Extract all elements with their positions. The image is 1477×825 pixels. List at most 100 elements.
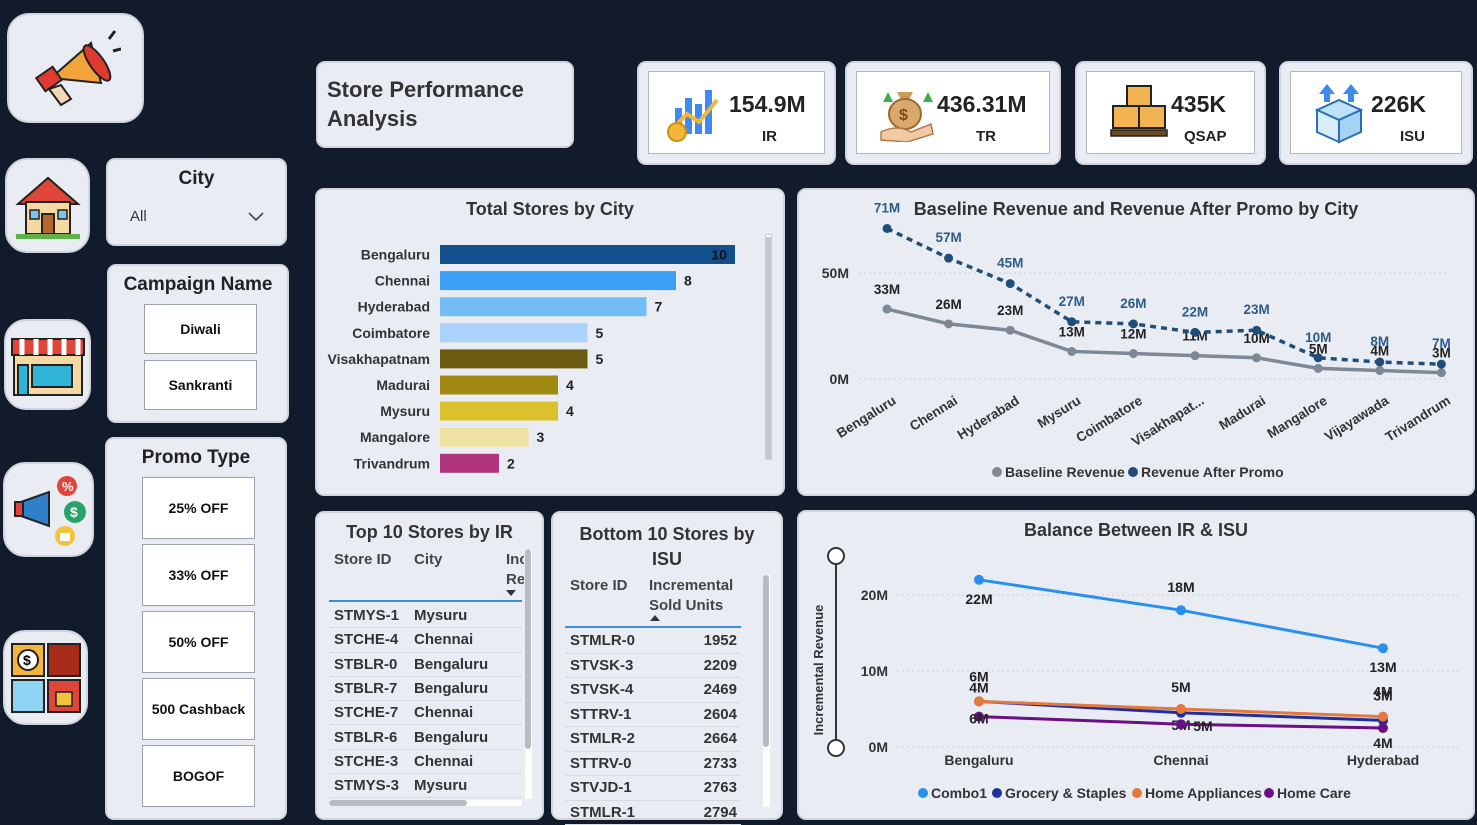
- data-point[interactable]: [974, 696, 984, 706]
- legend-label[interactable]: Home Care: [1277, 785, 1351, 801]
- data-point[interactable]: [1378, 723, 1388, 733]
- data-point[interactable]: [1191, 351, 1200, 360]
- column-header[interactable]: Inc: [506, 551, 524, 568]
- data-point[interactable]: [883, 305, 892, 314]
- chart-scrollbar-thumb[interactable]: [766, 237, 771, 459]
- table-row[interactable]: STVSK-32209: [565, 654, 741, 679]
- nav-promo-tile[interactable]: % $: [3, 462, 94, 557]
- data-point[interactable]: [1067, 347, 1076, 356]
- data-point[interactable]: [1437, 360, 1446, 369]
- data-point[interactable]: [944, 254, 953, 263]
- revenue-line-chart-svg: 50M0M33M26M23M13M12M11M10M5M4M3M71M57M45…: [799, 190, 1473, 494]
- kpi-value: 154.9M: [729, 91, 806, 118]
- table-row[interactable]: STBLR-6Bengaluru: [329, 726, 522, 750]
- table-row[interactable]: STMLR-12794: [565, 801, 741, 825]
- data-point[interactable]: [1006, 279, 1015, 288]
- bar[interactable]: [440, 323, 588, 342]
- data-point[interactable]: [1067, 317, 1076, 326]
- data-point[interactable]: [1378, 712, 1388, 722]
- stacked-boxes-icon: [1109, 82, 1169, 144]
- legend-label[interactable]: Baseline Revenue: [1005, 464, 1125, 480]
- table-row[interactable]: STBLR-0Bengaluru: [329, 653, 522, 677]
- data-point[interactable]: [1375, 358, 1384, 367]
- table-cell: STVSK-3: [570, 657, 633, 674]
- legend-label[interactable]: Revenue After Promo: [1141, 464, 1284, 480]
- column-header[interactable]: Incremental: [649, 577, 733, 594]
- campaign-option[interactable]: Sankranti: [144, 360, 257, 410]
- table-cell: STBLR-0: [334, 656, 397, 673]
- series-line[interactable]: [887, 228, 1441, 364]
- bar[interactable]: [440, 297, 647, 316]
- bar[interactable]: [440, 245, 735, 264]
- legend-label[interactable]: Combo1: [931, 785, 987, 801]
- data-point[interactable]: [1314, 364, 1323, 373]
- scrollbar-thumb[interactable]: [763, 575, 769, 747]
- bar[interactable]: [440, 349, 588, 368]
- data-point[interactable]: [1176, 605, 1186, 615]
- nav-store-tile[interactable]: [4, 319, 91, 410]
- bar[interactable]: [440, 376, 558, 395]
- legend-label[interactable]: Home Appliances: [1145, 785, 1262, 801]
- table-vscrollbar[interactable]: [525, 549, 532, 799]
- column-header[interactable]: Store ID: [334, 551, 392, 568]
- nav-megaphone-tile[interactable]: [7, 13, 144, 123]
- scrollbar-thumb[interactable]: [525, 549, 531, 749]
- y-tick-label: 20M: [861, 587, 888, 603]
- column-header[interactable]: City: [414, 551, 442, 568]
- nav-home-tile[interactable]: [5, 158, 90, 253]
- nav-finance-tile[interactable]: $: [3, 630, 88, 725]
- data-point[interactable]: [1378, 643, 1388, 653]
- sort-asc-icon: [650, 615, 660, 622]
- table-row[interactable]: STCHE-7Chennai: [329, 701, 522, 725]
- campaign-option[interactable]: Diwali: [144, 304, 257, 354]
- promo-option[interactable]: 25% OFF: [142, 477, 255, 539]
- data-point[interactable]: [1375, 366, 1384, 375]
- kpi-label: TR: [976, 128, 996, 145]
- series-line[interactable]: [887, 309, 1441, 373]
- scrollbar-thumb[interactable]: [329, 800, 467, 806]
- column-header[interactable]: Re: [506, 571, 524, 588]
- table-row[interactable]: STBLR-7Bengaluru: [329, 677, 522, 701]
- promo-option[interactable]: 500 Cashback: [142, 678, 255, 740]
- table-row[interactable]: STCHE-3Chennai: [329, 750, 522, 774]
- data-point[interactable]: [974, 575, 984, 585]
- data-point[interactable]: [1437, 368, 1446, 377]
- table-row[interactable]: STMYS-3Mysuru: [329, 774, 522, 798]
- legend-label[interactable]: Grocery & Staples: [1005, 785, 1127, 801]
- data-point[interactable]: [1006, 326, 1015, 335]
- zoom-slider-handle[interactable]: [828, 740, 844, 756]
- data-point[interactable]: [1129, 349, 1138, 358]
- chart-scrollbar[interactable]: [765, 234, 772, 460]
- table-cell: STMLR-1: [570, 804, 635, 821]
- data-point[interactable]: [1252, 353, 1261, 362]
- data-point[interactable]: [1129, 319, 1138, 328]
- column-header[interactable]: Sold Units: [649, 597, 723, 614]
- data-point[interactable]: [883, 224, 892, 233]
- promo-option[interactable]: 33% OFF: [142, 544, 255, 606]
- table-row[interactable]: STTRV-12604: [565, 703, 741, 728]
- promo-option[interactable]: 50% OFF: [142, 611, 255, 673]
- city-dropdown[interactable]: All: [130, 208, 270, 230]
- data-point[interactable]: [1176, 704, 1186, 714]
- data-point[interactable]: [1252, 326, 1261, 335]
- table-row[interactable]: STMLR-22664: [565, 727, 741, 752]
- data-point[interactable]: [1191, 328, 1200, 337]
- data-point[interactable]: [1314, 353, 1323, 362]
- zoom-slider-handle[interactable]: [828, 548, 844, 564]
- table-row[interactable]: STVJD-12763: [565, 776, 741, 801]
- table-row[interactable]: STTRV-02733: [565, 752, 741, 777]
- table-row[interactable]: STCHE-4Chennai: [329, 628, 522, 652]
- bar[interactable]: [440, 271, 676, 290]
- data-point[interactable]: [944, 319, 953, 328]
- table-row[interactable]: STMYS-1Mysuru: [329, 604, 522, 628]
- data-point[interactable]: [1176, 719, 1186, 729]
- bar[interactable]: [440, 454, 499, 473]
- bar[interactable]: [440, 428, 529, 447]
- bar[interactable]: [440, 402, 558, 421]
- table-row[interactable]: STMLR-01952: [565, 629, 741, 654]
- promo-option[interactable]: BOGOF: [142, 745, 255, 807]
- table-vscrollbar[interactable]: [763, 575, 770, 807]
- column-header[interactable]: Store ID: [570, 577, 628, 594]
- table-hscrollbar[interactable]: [329, 800, 522, 806]
- table-row[interactable]: STVSK-42469: [565, 678, 741, 703]
